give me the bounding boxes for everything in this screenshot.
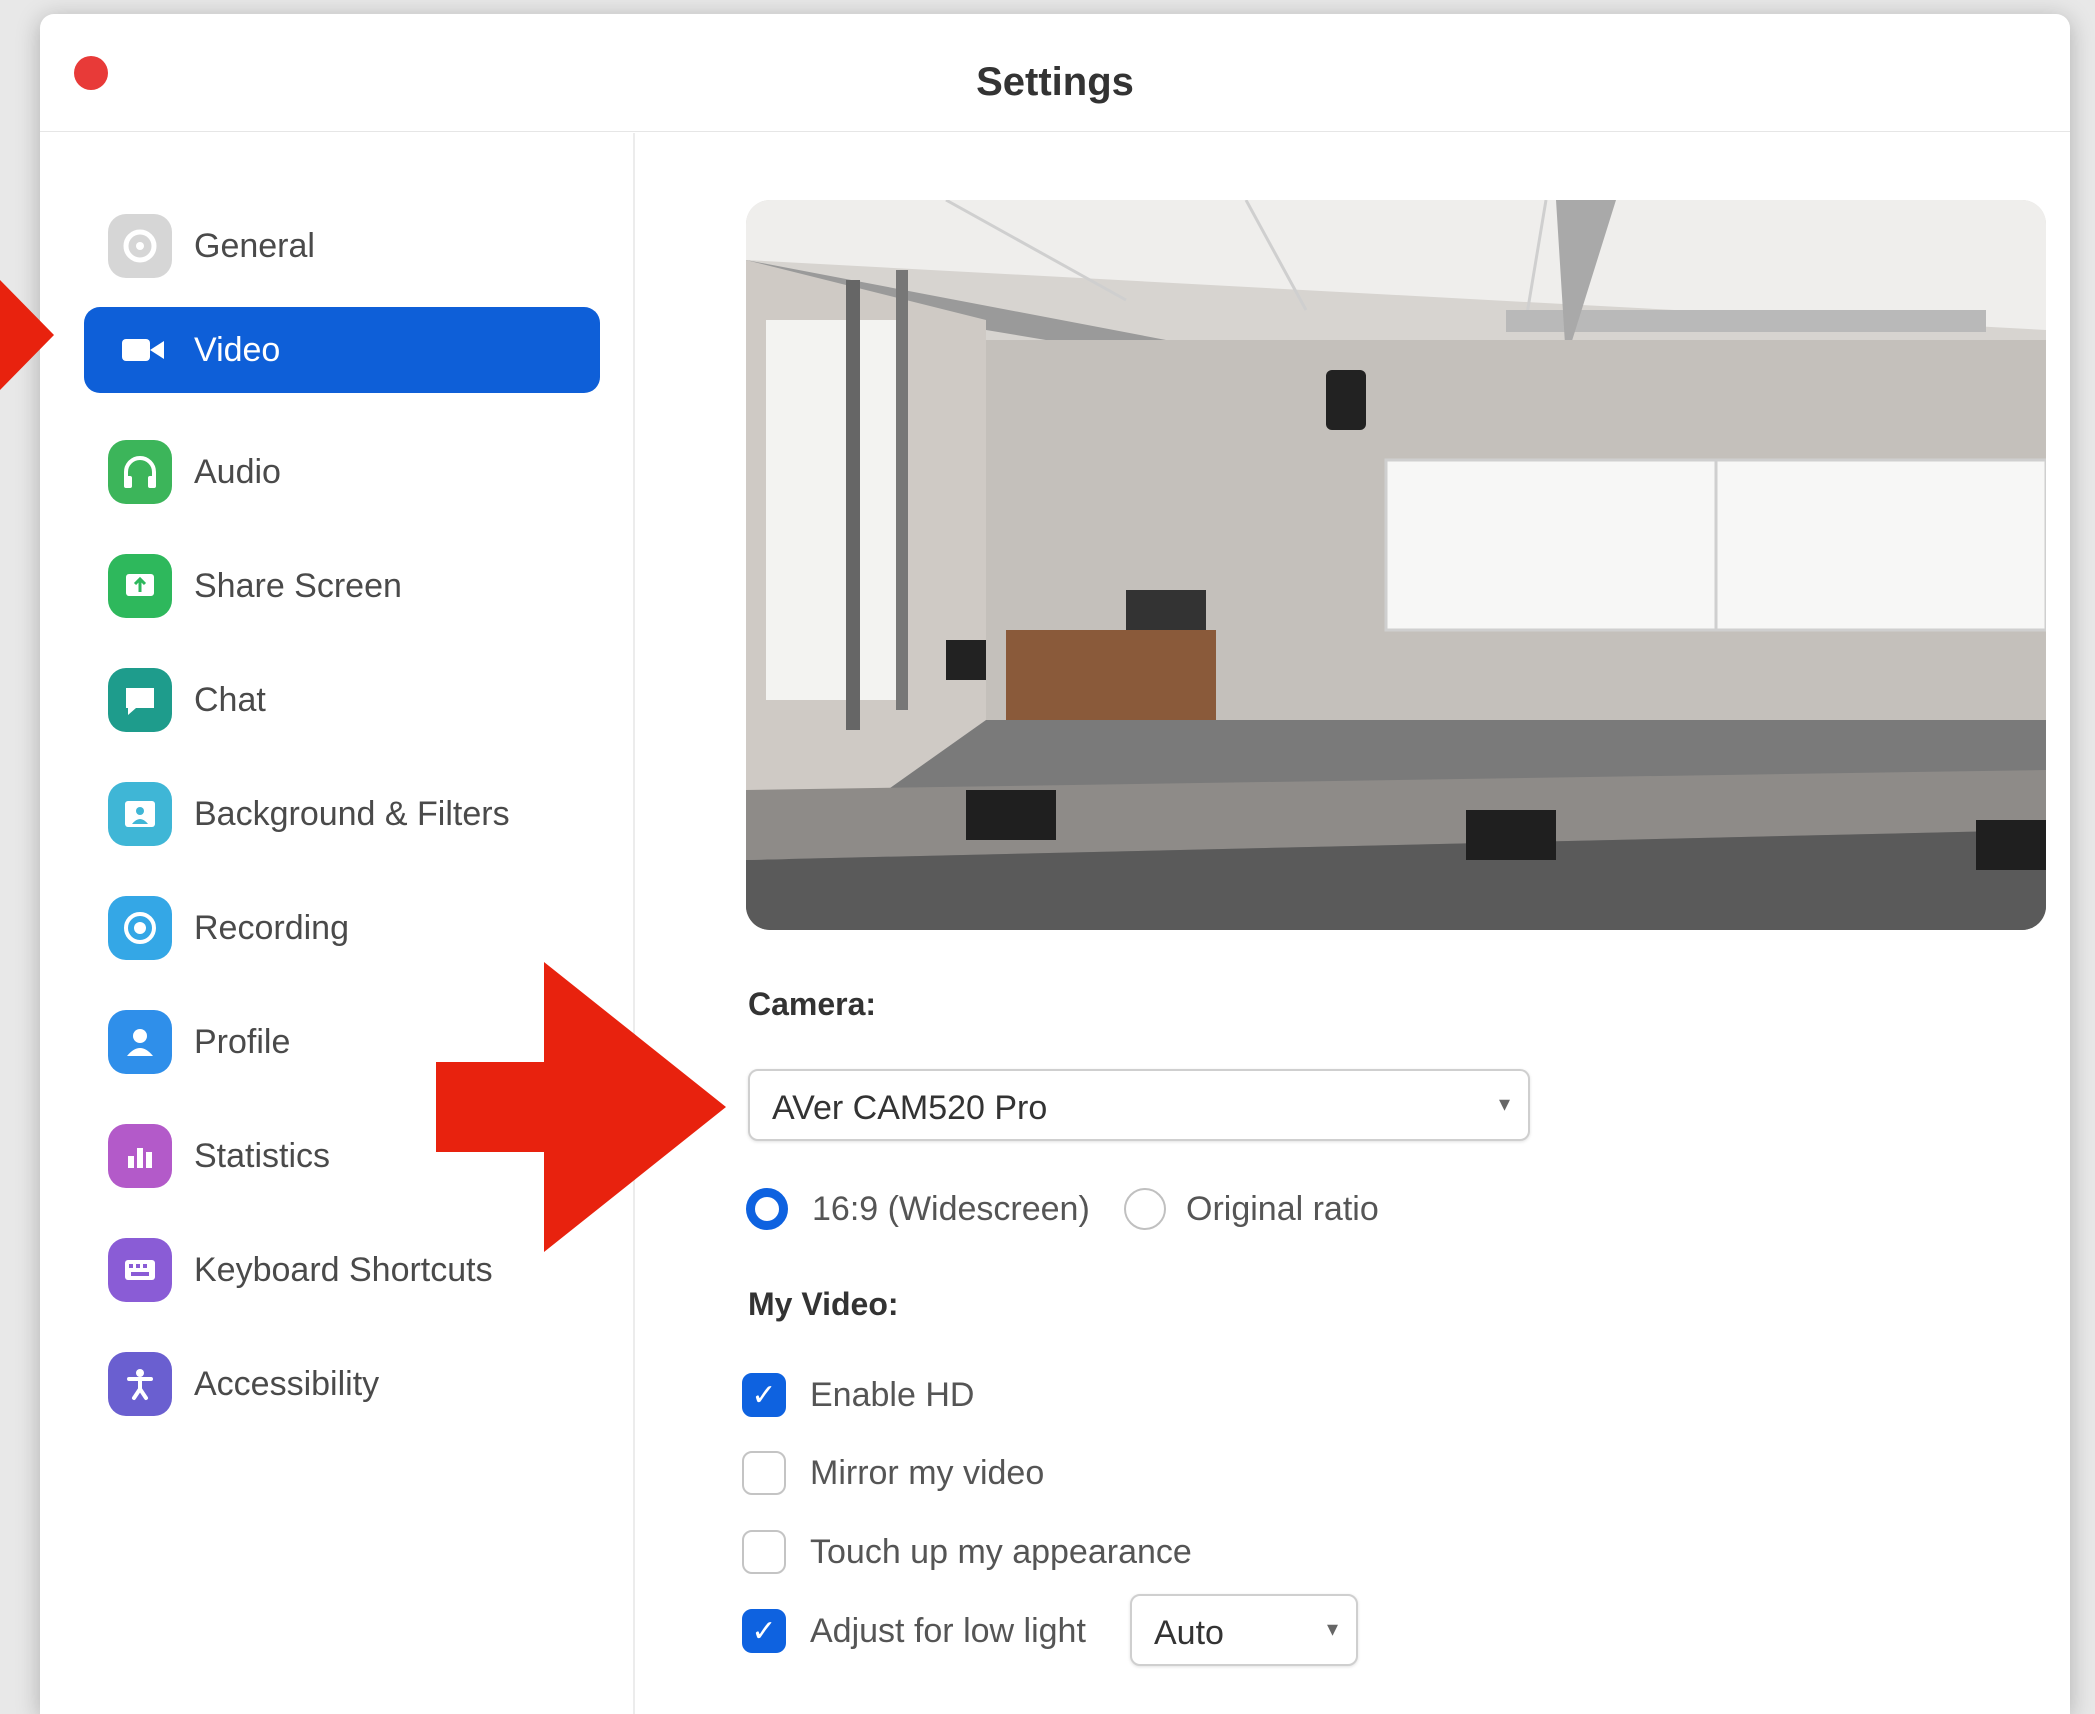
original-ratio-label: Original ratio	[1186, 1189, 1379, 1228]
low-light-label: Adjust for low light	[810, 1611, 1086, 1650]
low-light-checkbox[interactable]: ✓	[742, 1609, 786, 1653]
my-video-label: My Video:	[748, 1286, 899, 1322]
sidebar-item-background-filters[interactable]: Background & Filters	[40, 771, 635, 857]
sidebar-item-label: Keyboard Shortcuts	[194, 1251, 493, 1289]
low-light-mode-select[interactable]: Auto ▾	[1130, 1594, 1358, 1666]
sidebar-item-label: General	[194, 227, 315, 265]
aspect-option-widescreen[interactable]: 16:9 (Widescreen)	[746, 1179, 1090, 1239]
camera-select[interactable]: AVer CAM520 Pro ▾	[748, 1069, 1530, 1141]
video-preview-image	[746, 200, 2046, 930]
sidebar-item-video[interactable]: Video	[84, 307, 600, 393]
chevron-down-icon: ▾	[1326, 1616, 1338, 1641]
sidebar-item-accessibility[interactable]: Accessibility	[40, 1341, 635, 1427]
mirror-video-label: Mirror my video	[810, 1453, 1045, 1492]
camera-label: Camera:	[748, 986, 877, 1022]
keyboard-icon	[108, 1238, 172, 1302]
annotation-arrow-camera	[436, 962, 726, 1252]
sidebar-item-chat[interactable]: Chat	[40, 657, 635, 743]
widescreen-radio[interactable]	[746, 1188, 788, 1230]
aspect-option-original[interactable]: Original ratio	[1124, 1179, 1379, 1239]
video-camera-icon	[122, 339, 164, 361]
bar-chart-icon	[108, 1124, 172, 1188]
enable-hd-label: Enable HD	[810, 1375, 975, 1414]
sidebar-item-label: Accessibility	[194, 1365, 380, 1403]
mirror-video-option[interactable]: Mirror my video	[742, 1445, 1044, 1501]
sidebar-item-label: Share Screen	[194, 567, 402, 605]
touch-up-label: Touch up my appearance	[810, 1532, 1192, 1571]
accessibility-icon	[108, 1352, 172, 1416]
mirror-video-checkbox[interactable]	[742, 1451, 786, 1495]
touch-up-checkbox[interactable]	[742, 1530, 786, 1574]
settings-window: Settings General Video Audio Share Scree…	[40, 14, 2070, 1714]
sidebar-item-general[interactable]: General	[40, 203, 635, 289]
sidebar-item-label: Statistics	[194, 1137, 331, 1175]
enable-hd-option[interactable]: ✓ Enable HD	[742, 1367, 974, 1423]
sidebar-item-label: Chat	[194, 681, 266, 719]
camera-select-value: AVer CAM520 Pro	[772, 1089, 1048, 1127]
sidebar-item-label: Video	[194, 331, 281, 369]
record-icon	[108, 896, 172, 960]
title-bar: Settings	[40, 14, 2070, 132]
sidebar-item-label: Background & Filters	[194, 795, 510, 833]
sidebar-item-label: Profile	[194, 1023, 291, 1061]
sidebar-item-share-screen[interactable]: Share Screen	[40, 543, 635, 629]
share-screen-icon	[108, 554, 172, 618]
settings-sidebar: General Video Audio Share Screen Chat Ba…	[40, 133, 635, 1714]
annotation-arrow-sidebar	[0, 280, 54, 390]
gear-icon	[108, 214, 172, 278]
widescreen-label: 16:9 (Widescreen)	[812, 1189, 1090, 1228]
enable-hd-checkbox[interactable]: ✓	[742, 1373, 786, 1417]
low-light-option[interactable]: ✓ Adjust for low light	[742, 1603, 1086, 1659]
headphones-icon	[108, 440, 172, 504]
chat-bubble-icon	[108, 668, 172, 732]
chevron-down-icon: ▾	[1498, 1091, 1510, 1116]
camera-preview	[746, 200, 2046, 930]
touch-up-option[interactable]: Touch up my appearance	[742, 1524, 1192, 1580]
background-icon	[108, 782, 172, 846]
sidebar-item-label: Recording	[194, 909, 349, 947]
low-light-mode-value: Auto	[1154, 1614, 1224, 1652]
sidebar-item-label: Audio	[194, 453, 281, 491]
sidebar-item-recording[interactable]: Recording	[40, 885, 635, 971]
window-title: Settings	[976, 60, 1134, 104]
person-icon	[108, 1010, 172, 1074]
original-ratio-radio[interactable]	[1124, 1188, 1166, 1230]
sidebar-item-audio[interactable]: Audio	[40, 429, 635, 515]
